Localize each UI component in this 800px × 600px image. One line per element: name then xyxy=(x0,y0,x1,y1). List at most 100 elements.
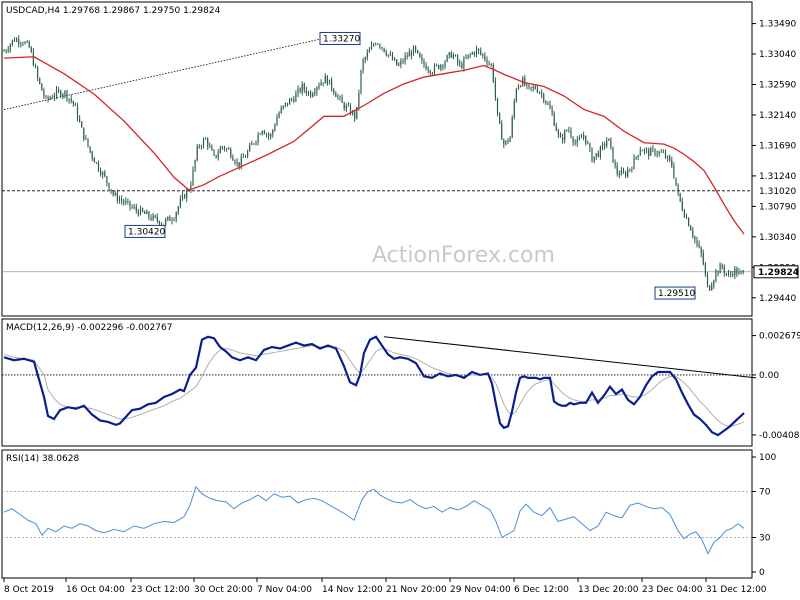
price-annotation-label: 1.30420 xyxy=(128,227,165,237)
rsi-y-tick-label: 30 xyxy=(759,534,771,544)
candle-body xyxy=(721,264,723,268)
candle-body xyxy=(278,112,280,118)
candle-body xyxy=(475,48,478,55)
candle-body xyxy=(738,271,740,275)
candle-body xyxy=(559,134,562,138)
candle-body xyxy=(730,273,732,275)
candle-body xyxy=(152,215,154,220)
candle-body xyxy=(209,146,211,147)
candle-body xyxy=(660,151,662,153)
candle-body xyxy=(589,143,591,149)
candle-body xyxy=(394,59,396,60)
candle-body xyxy=(557,130,559,135)
candle-body xyxy=(736,268,738,275)
candle-body xyxy=(732,274,734,276)
candle-body xyxy=(16,39,18,42)
candle-body xyxy=(217,153,219,158)
candle-body xyxy=(646,149,648,150)
candle-body xyxy=(316,87,318,92)
candle-body xyxy=(87,138,89,147)
price-y-tick-label: 1.33490 xyxy=(759,20,796,30)
candle-body xyxy=(293,99,295,102)
candle-body xyxy=(656,153,658,155)
candle-body xyxy=(70,98,72,102)
candle-body xyxy=(24,42,26,44)
candle-body xyxy=(232,156,234,161)
macd-y-tick-label: 0.002679 xyxy=(759,332,800,342)
candle-body xyxy=(484,55,486,60)
candle-body xyxy=(341,97,343,103)
candle-body xyxy=(312,93,314,97)
candle-body xyxy=(41,83,43,91)
chart-background xyxy=(0,0,800,600)
candle-body xyxy=(685,217,688,218)
candle-body xyxy=(433,65,436,74)
candle-body xyxy=(240,156,242,167)
candle-body xyxy=(375,43,377,45)
time-axis-label: 23 Oct 12:00 xyxy=(131,585,190,595)
candle-body xyxy=(683,210,685,218)
candle-body xyxy=(478,48,480,51)
candle-body xyxy=(354,111,356,119)
candle-body xyxy=(427,69,429,71)
price-y-tick-label: 1.30340 xyxy=(759,233,796,243)
candle-body xyxy=(618,173,620,176)
rsi-y-tick-label: 100 xyxy=(759,453,776,463)
candle-body xyxy=(165,219,167,224)
candle-body xyxy=(236,162,238,164)
candle-body xyxy=(242,156,244,158)
candle-body xyxy=(112,191,114,195)
candle-body xyxy=(205,138,207,140)
candle-body xyxy=(291,99,293,100)
candle-body xyxy=(734,268,736,276)
macd-panel-title: MACD(12,26,9) -0.002296 -0.002767 xyxy=(6,323,172,333)
candle-body xyxy=(436,65,438,66)
candle-body xyxy=(186,189,188,199)
candle-body xyxy=(494,81,496,98)
candle-body xyxy=(473,52,475,55)
candle-body xyxy=(503,139,505,145)
candle-body xyxy=(255,141,257,144)
candle-body xyxy=(704,264,706,275)
candle-body xyxy=(339,96,341,98)
candle-body xyxy=(284,102,286,106)
candle-body xyxy=(171,220,173,221)
candle-body xyxy=(91,151,93,158)
candle-body xyxy=(562,137,564,141)
candle-body xyxy=(442,65,444,67)
candle-body xyxy=(404,55,406,62)
candle-body xyxy=(396,59,398,66)
time-axis-label: 13 Dec 20:00 xyxy=(578,585,639,595)
candle-body xyxy=(345,105,347,110)
candle-body xyxy=(652,148,654,150)
time-axis-label: 14 Nov 12:00 xyxy=(322,585,383,595)
candle-body xyxy=(406,55,408,57)
candle-body xyxy=(114,193,116,195)
candle-body xyxy=(667,156,669,158)
candle-body xyxy=(295,93,297,102)
candle-body xyxy=(58,89,60,92)
candle-body xyxy=(639,150,641,156)
candle-body xyxy=(137,210,139,215)
candle-body xyxy=(717,270,719,274)
candle-body xyxy=(184,194,186,199)
candle-body xyxy=(715,270,717,281)
candle-body xyxy=(272,129,274,135)
candle-body xyxy=(26,41,28,43)
candle-body xyxy=(549,104,551,109)
candle-body xyxy=(528,84,530,87)
candle-body xyxy=(658,151,660,154)
candle-body xyxy=(608,138,610,141)
candle-body xyxy=(499,113,501,124)
candle-body xyxy=(324,75,326,84)
candle-body xyxy=(368,49,370,53)
candle-body xyxy=(228,148,230,150)
candle-body xyxy=(692,230,694,237)
candle-body xyxy=(55,89,58,96)
candle-body xyxy=(723,267,725,274)
candle-body xyxy=(106,176,108,183)
candle-body xyxy=(11,39,13,45)
candle-body xyxy=(513,101,515,118)
candle-body xyxy=(681,201,683,211)
candle-body xyxy=(480,50,482,54)
